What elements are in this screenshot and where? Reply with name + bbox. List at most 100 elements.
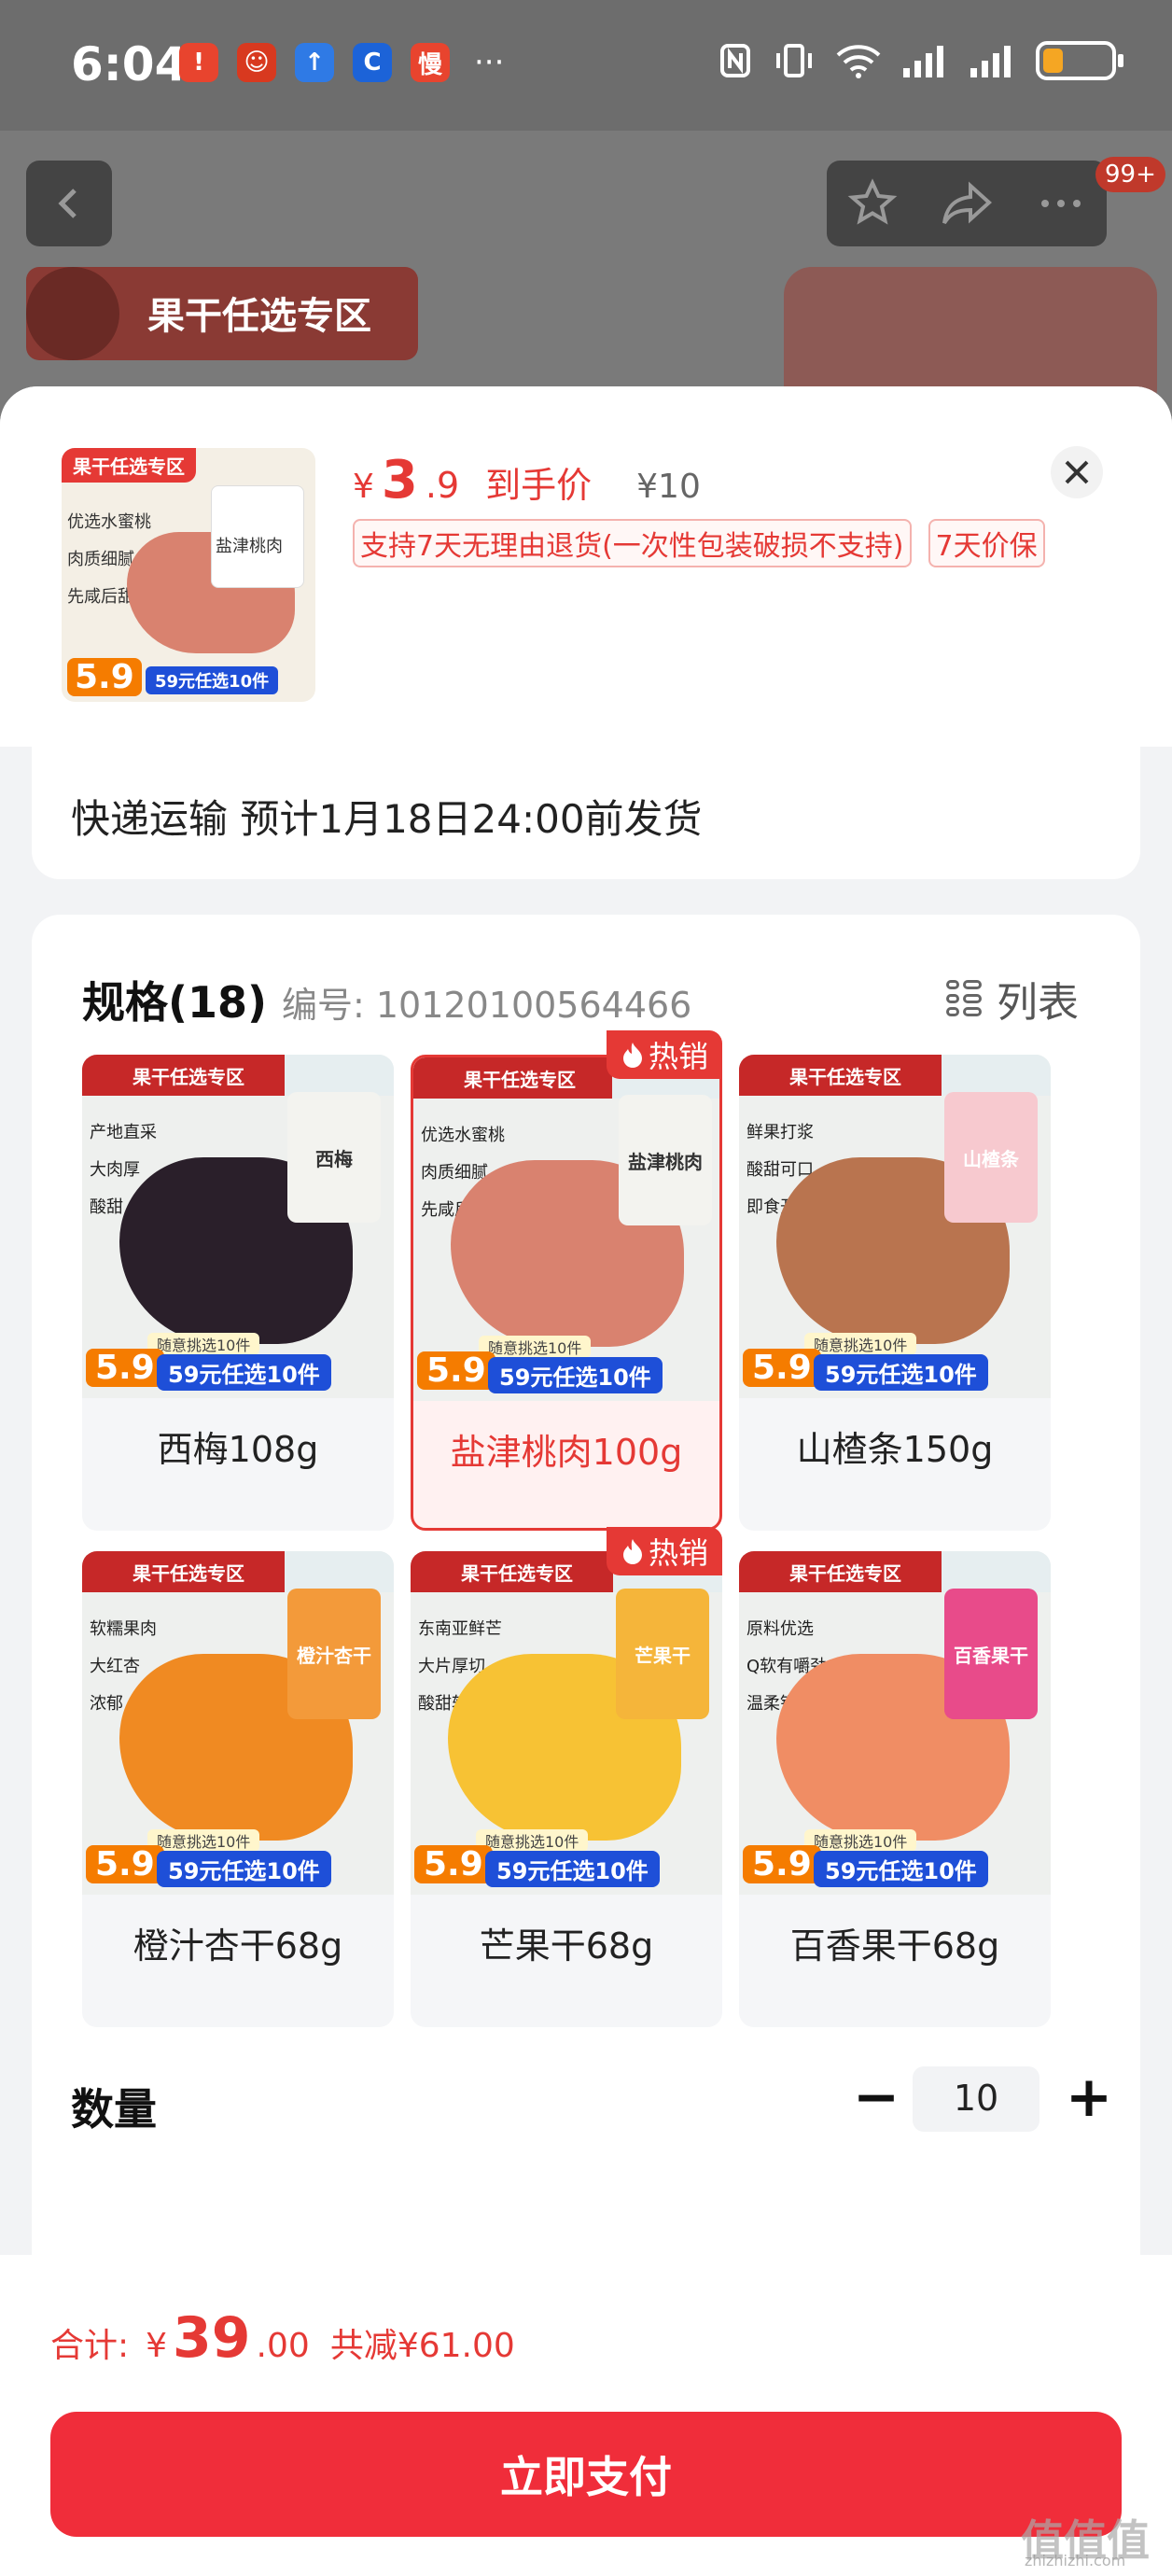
spec-promo: 59元任选10件 — [814, 1354, 988, 1391]
spec-pick: 随意挑选10件 — [804, 1333, 917, 1355]
product-thumbnail[interactable]: 果干任选专区 优选水蜜桃 肉质细腻 先咸后甜 盐津桃肉 5.9 59元任选10件 — [62, 448, 315, 702]
spec-promo: 59元任选10件 — [814, 1851, 988, 1887]
package-image: 芒果干 — [616, 1589, 709, 1719]
mascot-app-icon: ☺ — [237, 43, 276, 82]
spec-tag: 果干任选专区 — [739, 1055, 1051, 1096]
pay-now-button[interactable]: 立即支付 — [50, 2412, 1122, 2537]
spec-title: 规格(18) — [82, 977, 268, 1028]
spec-price-tag: 5.9 — [414, 1845, 493, 1883]
vibrate-icon — [776, 44, 812, 77]
list-view-label: 列表 — [997, 979, 1079, 1027]
spec-price-tag: 5.9 — [743, 1349, 821, 1387]
spec-pick: 随意挑选10件 — [804, 1829, 917, 1852]
spec-price-tag: 5.9 — [743, 1845, 821, 1883]
back-button[interactable] — [26, 161, 112, 246]
spec-bullet: 原料优选 — [746, 1619, 814, 1639]
signal-2-icon — [970, 46, 1011, 77]
package-image: 百香果干 — [944, 1589, 1038, 1719]
spec-pick: 随意挑选10件 — [147, 1333, 260, 1355]
hot-sale-badge: 热销 — [607, 1527, 722, 1575]
more-icon[interactable] — [1036, 178, 1086, 229]
share-icon[interactable] — [939, 178, 995, 229]
wifi-icon — [836, 45, 881, 78]
spec-image: 果干任选专区 软糯果肉 大红杏 浓郁 橙汁杏干 随意挑选10件 5.9 59元任选10件 — [82, 1551, 394, 1895]
system-icons — [717, 41, 1123, 80]
price-row: ¥ 3 .9 到手价 ¥10 — [353, 450, 701, 511]
product-code: 编号: 10120100564466 — [282, 985, 692, 1026]
spec-name: 盐津桃肉100g — [450, 1432, 683, 1473]
spec-tag: 果干任选专区 — [82, 1055, 394, 1096]
spec-bullet: 东南亚鲜芒 — [418, 1619, 502, 1639]
delivery-info: 快递运输 预计1月18日24:00前发货 — [32, 739, 1140, 879]
notification-icons: ! ☺ ↑ C 慢 ··· — [179, 43, 504, 82]
spec-name: 芒果干68g — [479, 1925, 654, 1967]
total-decimal: .00 — [256, 2327, 310, 2365]
total-savings: 共减¥61.00 — [329, 2327, 515, 2365]
thumb-promo: 59元任选10件 — [146, 666, 279, 694]
thumb-tag: 果干任选专区 — [62, 448, 196, 483]
spec-price-tag: 5.9 — [417, 1351, 495, 1390]
more-notifications-icon: ··· — [474, 44, 505, 81]
guarantee-tags: 支持7天无理由退货(一次性包装破损不支持) 7天价保 — [353, 519, 1045, 567]
spec-price-tag: 5.9 — [86, 1349, 164, 1387]
spec-tag: 果干任选专区 — [82, 1551, 394, 1592]
spec-option[interactable]: 果干任选专区 产地直采 大肉厚 酸甜 西梅 随意挑选10件 5.9 59元任选10件 西梅108… — [82, 1055, 394, 1531]
spec-pick: 随意挑选10件 — [147, 1829, 260, 1852]
list-view-toggle[interactable]: 列表 — [946, 969, 1079, 1029]
price-protection-tag: 7天价保 — [928, 519, 1045, 567]
spec-price-tag: 5.9 — [86, 1845, 164, 1883]
spec-image: 果干任选专区 产地直采 大肉厚 酸甜 西梅 随意挑选10件 5.9 59元任选10件 — [82, 1055, 394, 1398]
original-price: ¥10 — [636, 468, 701, 506]
upload-app-icon: ↑ — [295, 43, 334, 82]
background-page: 99+ 果干任选专区 — [0, 131, 1172, 416]
total-label: 合计: — [50, 2327, 130, 2365]
battery-icon — [1036, 41, 1123, 80]
spec-promo: 59元任选10件 — [488, 1357, 663, 1393]
total-row: 合计: ¥ 39 .00 共减¥61.00 — [50, 2305, 515, 2371]
close-icon — [1065, 460, 1089, 484]
quantity-increase-button[interactable]: + — [1056, 2065, 1122, 2130]
top-actions — [827, 161, 1107, 246]
spec-name: 百香果干68g — [789, 1925, 1000, 1967]
message-count-badge: 99+ — [1095, 157, 1165, 192]
spec-option[interactable]: 果干任选专区 鲜果打浆 酸甜可口 即食开味 山楂条 随意挑选10件 5.9 59元任选10件山… — [739, 1055, 1051, 1531]
clock: 6:04 — [71, 37, 188, 91]
chevron-left-icon — [58, 189, 77, 218]
thumb-bullet: 优选水蜜桃 — [67, 512, 151, 532]
close-button[interactable] — [1051, 446, 1103, 498]
signal-icon — [903, 46, 943, 77]
spec-bullet: 软糯果肉 — [90, 1619, 157, 1639]
sku-selection-sheet: 果干任选专区 优选水蜜桃 肉质细腻 先咸后甜 盐津桃肉 5.9 59元任选10件… — [0, 386, 1172, 2576]
spec-option[interactable]: 果干任选专区 东南亚鲜芒 大片厚切 酸甜软糯 芒果干 随意挑选10件 5.9 59元任选10件… — [411, 1551, 722, 2027]
package-image: 橙汁杏干 — [287, 1589, 381, 1719]
spec-bullet: 产地直采 — [90, 1123, 157, 1142]
brand-logo — [26, 267, 119, 360]
package-image: 盐津桃肉 — [619, 1095, 712, 1225]
package-image: 西梅 — [287, 1092, 381, 1223]
spec-promo: 59元任选10件 — [157, 1354, 331, 1391]
c-app-icon: C — [353, 43, 392, 82]
spec-option[interactable]: 果干任选专区 软糯果肉 大红杏 浓郁 橙汁杏干 随意挑选10件 5.9 59元任选10件 橙汁杏… — [82, 1551, 394, 2027]
spec-option[interactable]: 果干任选专区 优选水蜜桃 肉质细腻 先咸后甜 盐津桃肉 随意挑选10件 5.9 59元任选10… — [411, 1055, 722, 1531]
checkout-footer: 合计: ¥ 39 .00 共减¥61.00 立即支付 — [0, 2255, 1172, 2576]
spec-name: 山楂条150g — [796, 1429, 994, 1470]
spec-tag: 果干任选专区 — [739, 1551, 1051, 1592]
price-decimal: .9 — [425, 465, 460, 506]
quantity-decrease-button[interactable]: − — [844, 2065, 909, 2130]
spec-image: 果干任选专区 东南亚鲜芒 大片厚切 酸甜软糯 芒果干 随意挑选10件 5.9 59元任选10件 — [411, 1551, 722, 1895]
list-icon — [946, 980, 984, 1017]
return-policy-tag: 支持7天无理由退货(一次性包装破损不支持) — [353, 519, 912, 567]
spec-image: 果干任选专区 优选水蜜桃 肉质细腻 先咸后甜 盐津桃肉 随意挑选10件 5.9 59元任选10… — [413, 1057, 719, 1401]
total-integer: 39 — [173, 2305, 251, 2371]
nfc-icon — [720, 44, 750, 77]
thumb-price-tag: 5.9 — [67, 658, 142, 696]
quantity-input[interactable]: 10 — [913, 2066, 1039, 2132]
package-image: 盐津桃肉 — [211, 485, 304, 588]
spec-option[interactable]: 果干任选专区 原料优选 Q软有嚼劲 温柔锁鲜 百香果干 随意挑选10件 5.9 59元任选10… — [739, 1551, 1051, 2027]
hot-sale-badge: 热销 — [607, 1030, 722, 1079]
spec-promo: 59元任选10件 — [485, 1851, 660, 1887]
price-label: 到手价 — [485, 465, 593, 506]
star-icon[interactable] — [847, 178, 898, 229]
sheet-header: 果干任选专区 优选水蜜桃 肉质细腻 先咸后甜 盐津桃肉 5.9 59元任选10件… — [0, 386, 1172, 747]
fire-icon — [622, 1539, 642, 1564]
